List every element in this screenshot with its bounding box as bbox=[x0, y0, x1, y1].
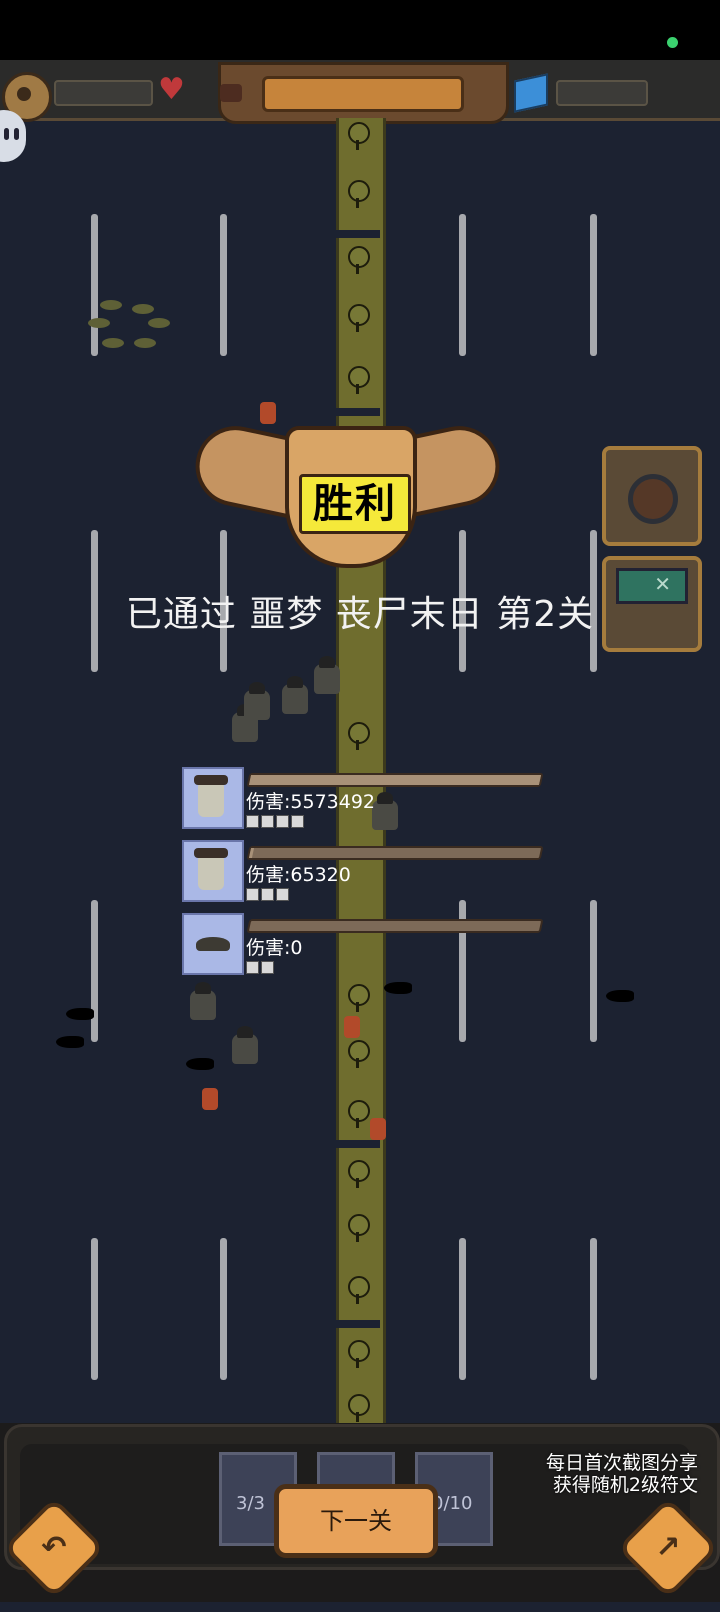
tree bbox=[346, 1214, 370, 1242]
damage-bar bbox=[246, 919, 544, 933]
lane-marker bbox=[590, 1238, 597, 1380]
puddle bbox=[88, 318, 110, 328]
zombie bbox=[244, 682, 270, 720]
rune-list bbox=[246, 959, 276, 974]
crawler bbox=[186, 1058, 214, 1070]
machine-lens bbox=[628, 474, 678, 524]
lane-marker bbox=[459, 214, 466, 356]
zombie bbox=[282, 676, 308, 714]
zombie bbox=[314, 656, 340, 694]
puddle bbox=[100, 300, 122, 310]
damage-row: 伤害:65320 bbox=[182, 840, 544, 902]
damage-value: 伤害:5573492 bbox=[246, 791, 376, 813]
share-icon: ↗ bbox=[655, 1530, 681, 1565]
puddle bbox=[102, 338, 124, 348]
lane-marker bbox=[590, 900, 597, 1042]
back-arrow-icon: ↶ bbox=[41, 1530, 67, 1565]
resource-bar bbox=[556, 80, 648, 106]
puddle bbox=[148, 318, 170, 328]
slot-count: 0/10 bbox=[432, 1493, 473, 1514]
lane-marker bbox=[220, 214, 227, 356]
share-reward-tip: 每日首次截图分享 获得随机2级符文 bbox=[546, 1452, 698, 1496]
tree bbox=[346, 180, 370, 208]
tree bbox=[346, 984, 370, 1012]
tree bbox=[346, 1340, 370, 1368]
victory-emblem: 胜利 bbox=[188, 418, 507, 568]
damage-bar bbox=[246, 773, 544, 787]
crawler bbox=[56, 1036, 84, 1048]
tree bbox=[346, 1100, 370, 1128]
damage-bar-fill bbox=[248, 848, 255, 858]
lane-marker bbox=[459, 1238, 466, 1380]
crawler bbox=[66, 1008, 94, 1020]
lane-marker bbox=[91, 900, 98, 1042]
heart-icon: ♥ bbox=[158, 72, 185, 107]
puddle bbox=[132, 304, 154, 314]
explosive-barrel bbox=[370, 1118, 386, 1140]
tree bbox=[346, 1394, 370, 1422]
road-gap bbox=[336, 1320, 380, 1328]
explosive-barrel bbox=[260, 402, 276, 424]
damage-bar bbox=[246, 846, 544, 860]
tree bbox=[346, 722, 370, 750]
tree bbox=[346, 1040, 370, 1068]
lane-marker bbox=[590, 214, 597, 356]
damage-value: 伤害:65320 bbox=[246, 864, 351, 886]
tree bbox=[346, 304, 370, 332]
crawler bbox=[384, 982, 412, 994]
tree bbox=[346, 246, 370, 274]
tree bbox=[346, 1160, 370, 1188]
status-indicator-dot bbox=[667, 37, 678, 48]
cowboy-portrait bbox=[182, 767, 244, 829]
damage-bar-fill bbox=[248, 921, 252, 931]
slot-count: 3/3 bbox=[236, 1493, 265, 1514]
zombie bbox=[232, 1026, 258, 1064]
victory-title: 胜利 bbox=[299, 474, 411, 534]
road-gap bbox=[336, 408, 380, 416]
damage-row: 伤害:5573492 bbox=[182, 767, 544, 829]
tree bbox=[346, 366, 370, 394]
status-bar bbox=[0, 0, 720, 60]
wave-progress-bar bbox=[262, 76, 464, 112]
puddle bbox=[134, 338, 156, 348]
zombie bbox=[190, 982, 216, 1020]
damage-row: 伤害:0 bbox=[182, 913, 544, 975]
tree bbox=[346, 1276, 370, 1304]
gunner-portrait bbox=[182, 840, 244, 902]
explosive-barrel bbox=[202, 1088, 218, 1110]
rune-list bbox=[246, 886, 291, 901]
rune-list bbox=[246, 813, 306, 828]
health-bar bbox=[54, 80, 153, 106]
next-level-button[interactable]: 下一关 bbox=[274, 1484, 438, 1558]
road-gap bbox=[336, 230, 380, 238]
damage-bar-fill bbox=[248, 775, 542, 785]
lane-marker bbox=[220, 1238, 227, 1380]
damage-value: 伤害:0 bbox=[246, 937, 303, 959]
crawler bbox=[606, 990, 634, 1002]
share-tip-line2: 获得随机2级符文 bbox=[552, 1474, 698, 1496]
turret-machine[interactable] bbox=[602, 446, 702, 546]
turret-portrait bbox=[182, 913, 244, 975]
share-tip-line1: 每日首次截图分享 bbox=[545, 1452, 698, 1474]
explosive-barrel bbox=[344, 1016, 360, 1038]
lane-marker bbox=[91, 1238, 98, 1380]
road-gap bbox=[336, 1140, 380, 1148]
stage-cleared-text: 已通过 噩梦 丧尸末日 第2关 bbox=[125, 594, 595, 635]
lane-marker bbox=[91, 214, 98, 356]
wave-icon bbox=[220, 84, 242, 102]
tree bbox=[346, 122, 370, 150]
